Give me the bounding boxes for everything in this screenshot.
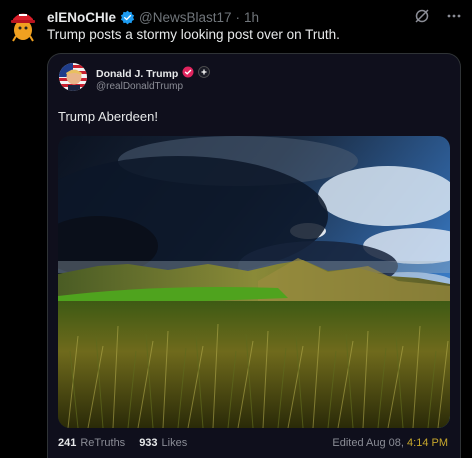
quoted-post-text: Trump Aberdeen! (58, 109, 158, 124)
edited-timestamp: Edited Aug 08, 4:14 PM (332, 437, 448, 449)
post-time[interactable]: 1h (244, 10, 259, 25)
quoted-post-stats: 241 ReTruths 933 Likes Edited Aug 08, 4:14… (58, 437, 448, 449)
quoted-post-card[interactable]: Donald J. Trump @realDonaldTrump Trump A… (47, 53, 461, 458)
likes-label: Likes (161, 437, 188, 449)
author-handle[interactable]: @NewsBlast17 (139, 10, 232, 25)
quoted-author-name-row: Donald J. Trump (96, 66, 211, 81)
post-text: Trump posts a stormy looking post over o… (47, 27, 340, 42)
verified-badge-icon (120, 10, 135, 25)
post-header: elENoCHIe @NewsBlast17 · 1h (47, 8, 462, 26)
retruths-count: 241 (58, 437, 77, 449)
separator-dot: · (235, 9, 241, 25)
plus-badge-icon (198, 66, 211, 81)
likes-count: 933 (139, 437, 158, 449)
retruths-stat[interactable]: 241 ReTruths (58, 437, 125, 449)
author-name[interactable]: elENoCHIe (47, 10, 116, 25)
quoted-author-name[interactable]: Donald J. Trump (96, 68, 178, 80)
edited-time: 4:14 PM (407, 437, 448, 449)
truth-verified-icon (182, 66, 194, 81)
quoted-author-avatar[interactable] (59, 63, 87, 91)
quoted-author-handle[interactable]: @realDonaldTrump (96, 81, 183, 92)
edited-label: Edited Aug 08, (332, 437, 404, 449)
avatar[interactable] (8, 8, 38, 42)
more-options-icon[interactable] (446, 8, 462, 27)
likes-stat[interactable]: 933 Likes (139, 437, 187, 449)
grok-icon[interactable] (414, 8, 430, 27)
retruths-label: ReTruths (80, 437, 126, 449)
quoted-post-photo[interactable] (58, 136, 450, 428)
